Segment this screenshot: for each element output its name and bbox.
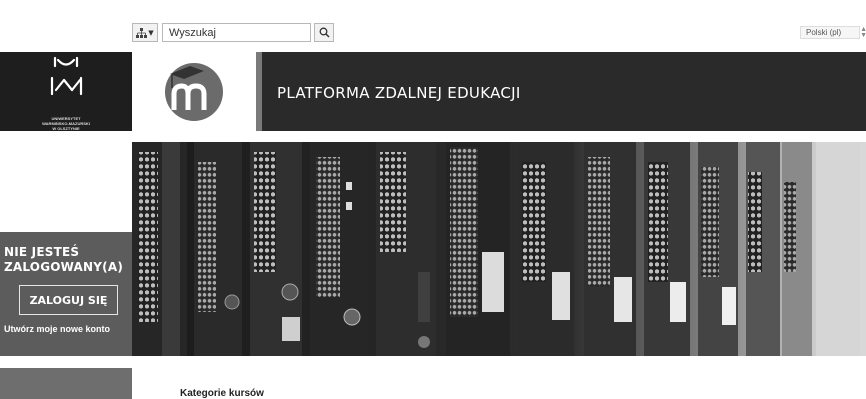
navigation-menu-button[interactable]: ▼ [132,23,158,42]
moodle-logo-area[interactable] [132,52,256,131]
uwm-logo [50,56,83,96]
login-status-heading: NIE JESTEŚ ZALOGOWANY(A) [4,245,123,275]
sitemap-icon [136,27,148,38]
banner-edge [860,142,866,356]
login-status-line-2: ZALOGOWANY(A) [4,260,124,274]
login-status-line-1: NIE JESTEŚ [4,245,80,259]
server-rack-photo [132,142,860,356]
course-categories-heading: Kategorie kursów [180,388,264,399]
page-title: PLATFORMA ZDALNEJ EDUKACJI [277,84,521,102]
select-arrows-icon: ▲ ▼ [860,26,866,39]
banner-image [132,142,860,356]
language-select[interactable]: Polski (pl) ▲ ▼ [800,26,866,39]
login-button[interactable]: ZALOGUJ SIĘ [19,285,118,315]
sidebar-spacer [0,131,132,232]
create-account-link[interactable]: Utwórz moje nowe konto [4,324,110,334]
moodle-logo [165,63,223,121]
university-logo-block[interactable]: UNIWERSYTET WARMIŃSKO-MAZURSKI W OLSZTYN… [0,52,132,131]
university-name: UNIWERSYTET WARMIŃSKO-MAZURSKI W OLSZTYN… [0,116,132,131]
search-button[interactable] [314,23,334,42]
sidebar-lower-block [0,368,132,399]
sidebar-gap [0,356,132,368]
language-selected: Polski (pl) [806,28,842,37]
caret-down-icon: ▼ [148,28,154,37]
magnifier-icon [319,27,330,38]
search-input[interactable] [162,23,311,42]
top-bar [0,0,866,52]
